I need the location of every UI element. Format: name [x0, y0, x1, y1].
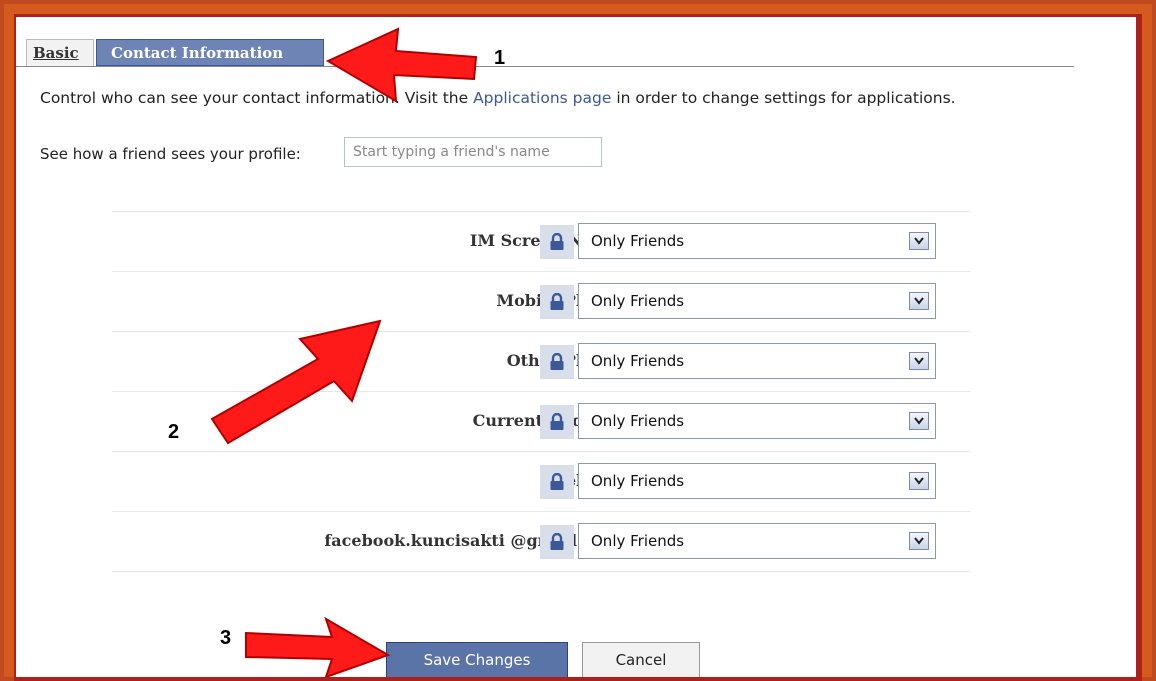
audience-select[interactable]: Only Friends — [578, 403, 936, 439]
applications-page-link[interactable]: Applications page — [473, 89, 611, 107]
chevron-down-icon[interactable] — [909, 232, 929, 250]
chevron-down-icon[interactable] — [909, 532, 929, 550]
chevron-down-icon[interactable] — [909, 412, 929, 430]
lock-icon — [540, 285, 574, 319]
chevron-down-icon[interactable] — [909, 472, 929, 490]
privacy-settings-list: IM Screen NameOnly FriendsMobile PhoneOn… — [112, 211, 970, 572]
privacy-setting-row: Mobile PhoneOnly Friends — [112, 271, 970, 331]
intro-text-after: in order to change settings for applicat… — [611, 89, 956, 107]
privacy-setting-row: IM Screen NameOnly Friends — [112, 211, 970, 271]
audience-select-value: Only Friends — [591, 232, 685, 250]
audience-select[interactable]: Only Friends — [578, 223, 936, 259]
tab-contact-information[interactable]: Contact Information — [96, 39, 324, 66]
privacy-setting-row: facebook.kuncisakti @gmail.com Only Frien… — [112, 511, 970, 572]
lock-icon — [540, 405, 574, 439]
intro-text: Control who can see your contact informa… — [40, 89, 956, 107]
lock-icon — [540, 225, 574, 259]
annotation-arrow-3 — [245, 616, 391, 677]
audience-select-value: Only Friends — [591, 412, 685, 430]
privacy-setting-row: WebsiteOnly Friends — [112, 451, 970, 511]
lock-icon — [540, 465, 574, 499]
friend-name-input[interactable] — [344, 137, 602, 167]
chevron-down-icon[interactable] — [909, 352, 929, 370]
audience-select-value: Only Friends — [591, 292, 685, 310]
audience-select[interactable]: Only Friends — [578, 343, 936, 379]
privacy-panel: Basic Contact Information Control who ca… — [16, 17, 1136, 677]
audience-select-value: Only Friends — [591, 352, 685, 370]
tab-bar: Basic Contact Information — [16, 39, 1076, 67]
lock-icon — [540, 345, 574, 379]
tab-basic[interactable]: Basic — [26, 39, 94, 66]
audience-select[interactable]: Only Friends — [578, 283, 936, 319]
lock-icon — [540, 525, 574, 559]
intro-text-before: Control who can see your contact informa… — [40, 89, 474, 107]
annotation-step-1: 1 — [494, 47, 506, 69]
privacy-setting-row: Other PhoneOnly Friends — [112, 331, 970, 391]
tab-divider — [16, 66, 1074, 67]
annotation-step-3: 3 — [220, 627, 232, 649]
annotation-step-2: 2 — [168, 421, 180, 443]
privacy-setting-label: facebook.kuncisakti @gmail.com — [324, 531, 620, 550]
audience-select[interactable]: Only Friends — [578, 523, 936, 559]
privacy-setting-row: Current AddressOnly Friends — [112, 391, 970, 451]
audience-select-value: Only Friends — [591, 472, 685, 490]
cancel-button[interactable]: Cancel — [582, 642, 700, 677]
audience-select-value: Only Friends — [591, 532, 685, 550]
audience-select[interactable]: Only Friends — [578, 463, 936, 499]
save-changes-button[interactable]: Save Changes — [386, 642, 568, 677]
chevron-down-icon[interactable] — [909, 292, 929, 310]
friend-preview-label: See how a friend sees your profile: — [40, 145, 301, 163]
